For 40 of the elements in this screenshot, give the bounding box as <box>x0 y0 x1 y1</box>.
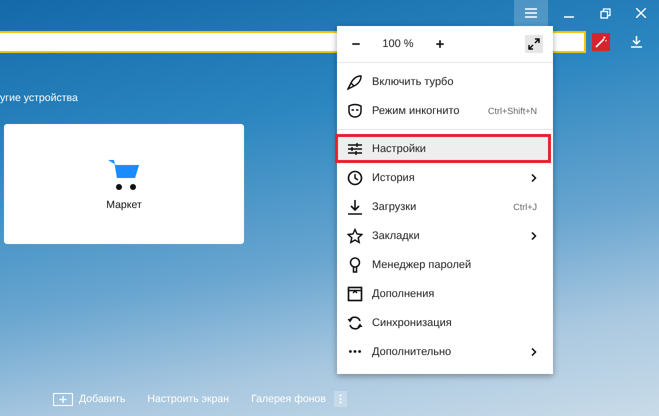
zoom-out-button[interactable]: − <box>345 33 367 55</box>
menu-item[interactable]: Менеджер паролей <box>337 250 553 279</box>
expand-icon <box>528 38 540 50</box>
menu-item[interactable]: Дополнительно <box>337 337 553 366</box>
dots-icon <box>349 350 361 353</box>
menu-icon <box>525 8 537 18</box>
sliders-icon <box>347 140 363 156</box>
sync-icon <box>347 314 363 330</box>
clock-icon <box>347 170 363 186</box>
dots-icon <box>338 394 342 404</box>
site-tile[interactable]: Маркет <box>4 124 244 244</box>
download-icon <box>630 36 642 48</box>
menu-item[interactable]: Синхронизация <box>337 308 553 337</box>
menu-item[interactable]: Настройки <box>335 134 551 163</box>
close-icon <box>636 8 646 18</box>
menu-item[interactable]: Включить турбо <box>337 67 553 96</box>
restore-icon <box>600 8 610 18</box>
shortcut-label: Ctrl+J <box>513 202 537 212</box>
menu-item[interactable]: Закладки <box>337 221 553 250</box>
zoom-level: 100 % <box>381 38 415 50</box>
plus-icon <box>53 392 73 406</box>
tile-label: Маркет <box>106 199 142 211</box>
minimize-icon <box>564 16 574 18</box>
menu-item[interactable]: Загрузки Ctrl+J <box>337 192 553 221</box>
menu-button[interactable] <box>514 0 548 26</box>
keyhole-icon <box>347 256 363 272</box>
star-icon <box>347 228 363 244</box>
download-icon <box>347 198 363 214</box>
menu-item[interactable]: Режим инкогнито Ctrl+Shift+N <box>337 96 553 125</box>
box-icon <box>347 286 363 302</box>
fullscreen-button[interactable] <box>525 35 543 53</box>
wand-icon <box>595 36 607 48</box>
zoom-in-button[interactable]: + <box>429 33 451 55</box>
section-heading: угие устройства <box>0 92 78 104</box>
cart-icon <box>106 157 142 193</box>
mask-icon <box>347 102 363 118</box>
shortcut-label: Ctrl+Shift+N <box>488 106 537 116</box>
wand-button[interactable] <box>592 33 610 51</box>
menu-item[interactable]: Дополнения <box>337 279 553 308</box>
menu-item[interactable]: История <box>337 163 553 192</box>
